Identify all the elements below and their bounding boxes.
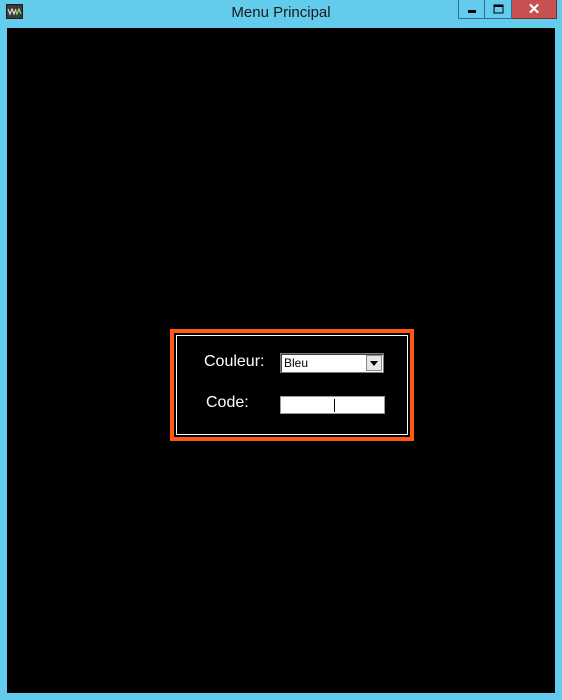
minimize-button[interactable] bbox=[458, 0, 485, 19]
minimize-icon bbox=[467, 10, 476, 13]
form-panel-inner: Couleur: Bleu Code: bbox=[176, 335, 408, 435]
close-icon: ✕ bbox=[527, 1, 541, 18]
app-icon[interactable] bbox=[6, 4, 23, 19]
client-area: Couleur: Bleu Code: bbox=[7, 28, 555, 693]
title-bar[interactable]: Menu Principal ✕ bbox=[0, 0, 562, 27]
text-caret bbox=[334, 399, 335, 412]
maximize-icon bbox=[493, 4, 503, 14]
couleur-selected-value: Bleu bbox=[284, 356, 309, 370]
form-panel: Couleur: Bleu Code: bbox=[170, 329, 414, 441]
couleur-select[interactable]: Bleu bbox=[280, 353, 384, 373]
dropdown-button[interactable] bbox=[366, 355, 382, 371]
couleur-label: Couleur: bbox=[204, 353, 265, 370]
code-label: Code: bbox=[206, 394, 249, 411]
main-window: Menu Principal ✕ Couleur: Bleu Code: bbox=[0, 0, 562, 700]
code-input[interactable] bbox=[280, 396, 385, 414]
chevron-down-icon bbox=[370, 360, 378, 366]
close-button[interactable]: ✕ bbox=[512, 0, 557, 19]
maximize-button[interactable] bbox=[485, 0, 512, 19]
